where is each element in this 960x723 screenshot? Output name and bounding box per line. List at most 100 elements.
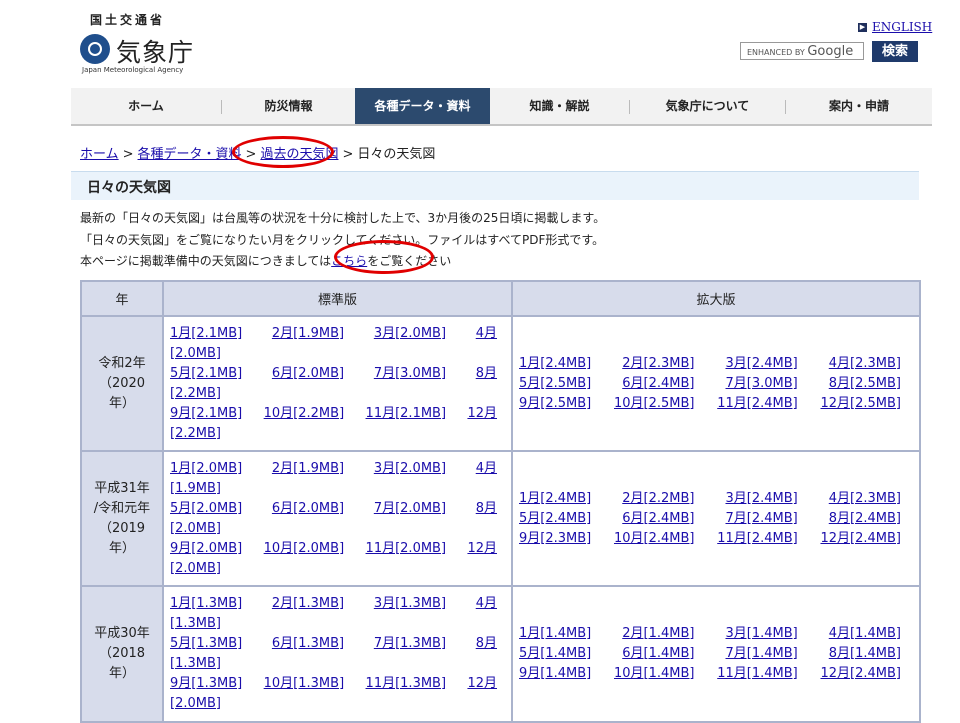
pdf-month-link[interactable]: 5月[2.1MB] — [170, 364, 242, 384]
pdf-month-link[interactable]: 4月 — [476, 594, 497, 614]
english-link[interactable]: ▶ ENGLISH — [858, 20, 932, 34]
pdf-month-link[interactable]: 7月[1.3MB] — [374, 634, 446, 654]
pdf-month-link[interactable]: 10月[1.3MB] — [264, 674, 345, 694]
pdf-month-link[interactable]: 8月 — [476, 634, 497, 654]
pdf-month-link[interactable]: 8月 — [476, 364, 497, 384]
pdf-month-link[interactable]: 6月[1.3MB] — [272, 634, 344, 654]
pdf-month-link[interactable]: 11月[2.1MB] — [366, 404, 447, 424]
pdf-month-link[interactable]: 3月[2.4MB] — [726, 354, 798, 374]
pdf-month-link[interactable]: 9月[2.5MB] — [519, 394, 591, 414]
pdf-month-link-size[interactable]: [1.9MB] — [170, 481, 221, 496]
pdf-month-link[interactable]: 8月[1.4MB] — [829, 644, 901, 664]
agency-logo-text[interactable]: 気象庁 — [116, 33, 194, 69]
jma-emblem-icon[interactable] — [80, 34, 110, 64]
pdf-month-link[interactable]: 1月[2.1MB] — [170, 324, 242, 344]
pdf-month-link[interactable]: 7月[1.4MB] — [726, 644, 798, 664]
english-link-label[interactable]: ENGLISH — [872, 20, 932, 34]
pdf-month-link[interactable]: 3月[2.0MB] — [374, 324, 446, 344]
pdf-month-link[interactable]: 10月[2.0MB] — [264, 539, 345, 559]
pdf-month-link[interactable]: 12月 — [467, 674, 497, 694]
pdf-month-link[interactable]: 4月 — [476, 459, 497, 479]
pdf-month-link[interactable]: 11月[2.4MB] — [717, 394, 798, 414]
pdf-month-link[interactable]: 10月[2.5MB] — [614, 394, 695, 414]
pdf-month-link[interactable]: 3月[1.3MB] — [374, 594, 446, 614]
nav-item-knowledge[interactable]: 知識・解説 — [490, 88, 629, 124]
pdf-month-link[interactable]: 9月[1.3MB] — [170, 674, 242, 694]
pdf-month-link[interactable]: 11月[1.3MB] — [366, 674, 447, 694]
pdf-month-link[interactable]: 7月[2.4MB] — [726, 509, 798, 529]
pdf-month-link[interactable]: 11月[2.0MB] — [366, 539, 447, 559]
pdf-month-link[interactable]: 10月[2.2MB] — [264, 404, 345, 424]
pdf-month-link[interactable]: 1月[2.0MB] — [170, 459, 242, 479]
nav-item-data[interactable]: 各種データ・資料 — [355, 88, 490, 124]
pdf-month-link-size[interactable]: [2.0MB] — [170, 696, 221, 711]
pdf-month-link[interactable]: 3月[1.4MB] — [726, 624, 798, 644]
pdf-month-link[interactable]: 1月[2.4MB] — [519, 354, 591, 374]
pdf-month-link[interactable]: 6月[2.4MB] — [622, 509, 694, 529]
pdf-month-link-size[interactable]: [2.2MB] — [170, 426, 221, 441]
pdf-month-link[interactable]: 1月[2.4MB] — [519, 489, 591, 509]
pdf-month-link[interactable]: 2月[1.9MB] — [272, 324, 344, 344]
pdf-month-link[interactable]: 1月[1.4MB] — [519, 624, 591, 644]
pdf-month-link[interactable]: 6月[2.0MB] — [272, 364, 344, 384]
nav-item-disaster[interactable]: 防災情報 — [222, 88, 355, 124]
breadcrumb-data[interactable]: 各種データ・資料 — [138, 147, 242, 162]
pdf-month-link[interactable]: 5月[1.3MB] — [170, 634, 242, 654]
pdf-month-link[interactable]: 5月[2.0MB] — [170, 499, 242, 519]
pdf-month-link[interactable]: 7月[2.0MB] — [374, 499, 446, 519]
nav-item-guide[interactable]: 案内・申請 — [786, 88, 932, 124]
pdf-month-link-size[interactable]: [1.3MB] — [170, 616, 221, 631]
pdf-month-link[interactable]: 5月[2.5MB] — [519, 374, 591, 394]
search-button[interactable]: 検索 — [872, 41, 918, 62]
pdf-month-link[interactable]: 7月[3.0MB] — [726, 374, 798, 394]
search-input[interactable]: ENHANCED BY Google — [740, 42, 864, 60]
preparing-maps-link[interactable]: こちら — [331, 254, 367, 268]
pdf-month-link[interactable]: 9月[1.4MB] — [519, 664, 591, 684]
pdf-month-link[interactable]: 11月[2.4MB] — [717, 529, 798, 549]
standard-link-row: [1.3MB] — [164, 614, 511, 634]
pdf-month-link-size[interactable]: [1.3MB] — [170, 656, 221, 671]
pdf-month-link[interactable]: 9月[2.3MB] — [519, 529, 591, 549]
pdf-month-link[interactable]: 10月[1.4MB] — [614, 664, 695, 684]
pdf-month-link[interactable]: 11月[1.4MB] — [717, 664, 798, 684]
pdf-month-link[interactable]: 6月[2.4MB] — [622, 374, 694, 394]
pdf-month-link[interactable]: 6月[2.0MB] — [272, 499, 344, 519]
breadcrumb-home[interactable]: ホーム — [80, 147, 119, 162]
pdf-month-link[interactable]: 12月 — [467, 539, 497, 559]
pdf-month-link[interactable]: 1月[1.3MB] — [170, 594, 242, 614]
nav-item-about[interactable]: 気象庁について — [630, 88, 785, 124]
pdf-month-link[interactable]: 4月[2.3MB] — [829, 354, 901, 374]
pdf-month-link[interactable]: 8月[2.5MB] — [829, 374, 901, 394]
pdf-month-link[interactable]: 2月[1.4MB] — [622, 624, 694, 644]
pdf-month-link[interactable]: 12月 — [467, 404, 497, 424]
pdf-month-link[interactable]: 12月[2.4MB] — [820, 529, 901, 549]
pdf-month-link[interactable]: 12月[2.5MB] — [820, 394, 901, 414]
pdf-month-link[interactable]: 3月[2.0MB] — [374, 459, 446, 479]
pdf-month-link[interactable]: 12月[2.4MB] — [820, 664, 901, 684]
pdf-month-link-size[interactable]: [2.2MB] — [170, 386, 221, 401]
pdf-month-link[interactable]: 9月[2.0MB] — [170, 539, 242, 559]
nav-item-home[interactable]: ホーム — [71, 88, 221, 124]
pdf-month-link[interactable]: 4月 — [476, 324, 497, 344]
pdf-month-link[interactable]: 5月[1.4MB] — [519, 644, 591, 664]
google-brand-label: Google — [807, 44, 854, 59]
pdf-month-link[interactable]: 5月[2.4MB] — [519, 509, 591, 529]
breadcrumb-past-weather-maps[interactable]: 過去の天気図 — [260, 147, 338, 162]
pdf-month-link[interactable]: 2月[1.9MB] — [272, 459, 344, 479]
pdf-month-link[interactable]: 8月 — [476, 499, 497, 519]
pdf-month-link[interactable]: 3月[2.4MB] — [726, 489, 798, 509]
pdf-month-link[interactable]: 2月[2.2MB] — [622, 489, 694, 509]
pdf-month-link[interactable]: 4月[2.3MB] — [829, 489, 901, 509]
pdf-month-link[interactable]: 2月[1.3MB] — [272, 594, 344, 614]
pdf-month-link[interactable]: 10月[2.4MB] — [614, 529, 695, 549]
pdf-month-link[interactable]: 7月[3.0MB] — [374, 364, 446, 384]
pdf-month-link[interactable]: 4月[1.4MB] — [829, 624, 901, 644]
pdf-month-link-size[interactable]: [2.0MB] — [170, 521, 221, 536]
pdf-month-link-size[interactable]: [2.0MB] — [170, 561, 221, 576]
pdf-month-link[interactable]: 8月[2.4MB] — [829, 509, 901, 529]
pdf-month-link[interactable]: 9月[2.1MB] — [170, 404, 242, 424]
pdf-month-link-size[interactable]: [2.0MB] — [170, 346, 221, 361]
standard-link-row: [2.2MB] — [164, 424, 511, 444]
pdf-month-link[interactable]: 6月[1.4MB] — [622, 644, 694, 664]
pdf-month-link[interactable]: 2月[2.3MB] — [622, 354, 694, 374]
